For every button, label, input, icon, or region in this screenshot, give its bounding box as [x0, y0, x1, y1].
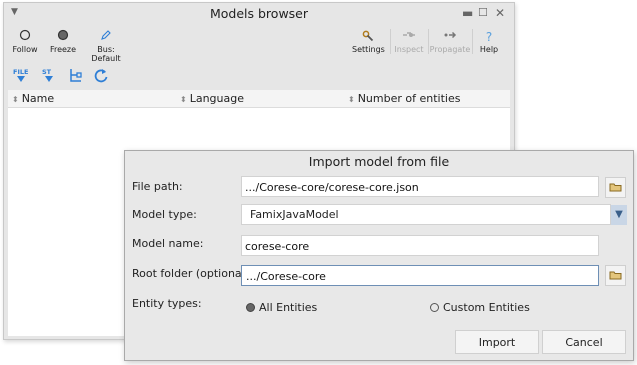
all-entities-label: All Entities	[259, 301, 318, 314]
help-label: Help	[479, 45, 499, 54]
file-path-field[interactable]: .../Corese-core/corese-core.json	[241, 176, 599, 197]
root-folder-label: Root folder (optional):	[132, 267, 253, 280]
model-name-field[interactable]: corese-core	[241, 235, 599, 256]
model-type-label: Model type:	[132, 208, 197, 221]
import-st-text: ST	[42, 68, 52, 76]
column-entities-label: Number of entities	[357, 92, 461, 105]
file-path-browse-button[interactable]	[605, 177, 626, 198]
column-name-header[interactable]: ⬍ Name	[12, 92, 54, 105]
custom-entities-radio[interactable]: Custom Entities	[430, 301, 530, 314]
import-st-icon[interactable]: ST	[40, 67, 58, 85]
propagate-label: Propagate	[429, 45, 471, 54]
browser-titlebar: ▼ Models browser ▬ ☐ ✕	[4, 3, 514, 25]
sort-icon: ⬍	[348, 95, 355, 104]
sort-icon: ⬍	[180, 95, 187, 104]
entity-types-label: Entity types:	[132, 297, 202, 310]
model-name-label: Model name:	[132, 237, 204, 250]
help-icon: ?	[485, 30, 493, 44]
cancel-button[interactable]: Cancel	[542, 330, 626, 354]
bus-button[interactable]: Bus: Default	[84, 29, 128, 63]
follow-button[interactable]: Follow	[10, 29, 40, 54]
model-type-select[interactable]: FamixJavaModel	[241, 204, 611, 225]
settings-icon	[352, 29, 384, 45]
dialog-title: Import model from file	[308, 154, 450, 169]
folder-icon	[609, 271, 622, 280]
refresh-icon[interactable]	[92, 67, 110, 85]
propagate-button[interactable]: Propagate	[428, 29, 471, 54]
custom-entities-label: Custom Entities	[443, 301, 530, 314]
column-entities-header[interactable]: ⬍ Number of entities	[348, 92, 460, 105]
help-button[interactable]: ? Help	[472, 29, 505, 54]
pencil-icon	[84, 29, 128, 45]
column-language-label: Language	[189, 92, 244, 105]
inspect-label: Inspect	[394, 45, 424, 54]
settings-label: Settings	[352, 45, 385, 54]
inspect-button[interactable]: Inspect	[390, 29, 427, 54]
follow-label: Follow	[12, 45, 38, 54]
freeze-label: Freeze	[49, 45, 77, 54]
inspect-icon	[391, 29, 427, 45]
import-mse-file-text: FILE	[13, 68, 28, 76]
follow-icon	[10, 29, 40, 45]
file-path-label: File path:	[132, 180, 183, 193]
all-entities-radio[interactable]: All Entities	[246, 301, 317, 314]
import-mse-icon[interactable]: FILE	[12, 67, 30, 85]
sort-icon: ⬍	[12, 95, 19, 104]
propagate-icon	[429, 29, 471, 45]
settings-button[interactable]: Settings	[352, 29, 385, 54]
maximize-icon[interactable]: ☐	[478, 6, 488, 19]
root-folder-field[interactable]: .../Corese-core	[241, 265, 599, 286]
close-icon[interactable]: ✕	[495, 6, 505, 20]
tree-icon[interactable]	[67, 67, 85, 85]
column-language-header[interactable]: ⬍ Language	[180, 92, 244, 105]
folder-icon	[609, 183, 622, 192]
freeze-icon	[48, 29, 78, 45]
freeze-button[interactable]: Freeze	[48, 29, 78, 54]
import-button[interactable]: Import	[455, 330, 539, 354]
minimize-icon[interactable]: ▬	[462, 6, 473, 20]
root-folder-browse-button[interactable]	[605, 265, 626, 286]
browser-toolbar: Follow Freeze Bus: Default Settings Insp…	[4, 29, 514, 63]
bus-label: Bus: Default	[91, 45, 121, 63]
model-list-header: ⬍ Name ⬍ Language ⬍ Number of entities	[8, 90, 510, 108]
radio-unselected-icon	[430, 303, 439, 312]
browser-title: Models browser	[209, 6, 309, 21]
import-model-dialog: Import model from file File path: .../Co…	[124, 150, 634, 361]
column-name-label: Name	[21, 92, 55, 105]
chevron-down-icon[interactable]: ▼	[611, 205, 627, 225]
radio-selected-icon	[246, 303, 255, 312]
